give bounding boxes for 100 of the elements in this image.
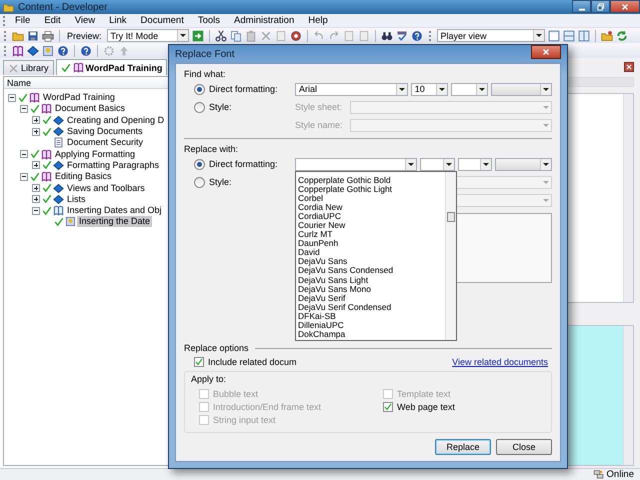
view-related-documents-link[interactable]: View related documents	[452, 356, 548, 366]
list-item[interactable]: Cordia New	[298, 202, 445, 212]
style-dropdown[interactable]	[458, 158, 492, 170]
tree-item[interactable]: Inserting Dates and Obj	[65, 205, 164, 216]
list-item[interactable]: DFKai-SB	[298, 312, 445, 321]
list-item[interactable]: Copperplate Gothic Light	[298, 184, 445, 194]
cut-icon[interactable]	[214, 30, 227, 42]
help-icon[interactable]	[80, 44, 92, 56]
list-item[interactable]: Courier New	[298, 220, 445, 230]
tree-item[interactable]: Views and Toolbars	[65, 182, 147, 194]
radio-button[interactable]	[194, 158, 205, 170]
color-wheel-icon[interactable]	[290, 30, 302, 42]
print-icon[interactable]	[42, 30, 54, 42]
list-item[interactable]: DilleniaUPC	[298, 321, 445, 330]
close-button[interactable]	[610, 0, 640, 13]
menu-item[interactable]: Administration	[227, 15, 302, 26]
view-mode-dropdown[interactable]: Player view	[436, 29, 545, 42]
style-dropdown[interactable]	[450, 82, 488, 96]
menu-item[interactable]: Help	[301, 15, 335, 26]
tree-item[interactable]: Saving Documents	[65, 126, 145, 138]
caret-icon	[542, 198, 548, 202]
tree-item[interactable]: WordPad Training	[41, 92, 117, 104]
paste-icon[interactable]	[244, 30, 257, 42]
collapse-icon[interactable]	[20, 172, 28, 181]
scrollbar[interactable]	[623, 326, 633, 465]
menu-item[interactable]: File	[8, 15, 38, 26]
list-item[interactable]: Copperplate Gothic Bold	[298, 176, 445, 185]
list-item[interactable]: David	[298, 248, 445, 258]
tree-item[interactable]: Creating and Opening D	[65, 114, 166, 126]
tab[interactable]: WordPad Training	[56, 59, 168, 75]
restore-button[interactable]	[591, 0, 610, 13]
radio-button[interactable]	[194, 84, 205, 94]
tree-item[interactable]: Document Basics	[53, 103, 128, 114]
list-item[interactable]: DejaVu Sans	[298, 257, 445, 266]
minimize-button[interactable]	[572, 0, 591, 13]
menu-item[interactable]: Link	[102, 15, 134, 26]
size-dropdown[interactable]	[420, 158, 455, 170]
list-item[interactable]: Corbel	[298, 194, 445, 203]
checkbox[interactable]	[194, 356, 204, 366]
collapse-icon[interactable]	[20, 150, 28, 158]
expand-icon[interactable]	[32, 116, 40, 124]
list-item[interactable]: CordiaUPC	[298, 212, 445, 221]
layout-icon[interactable]	[578, 30, 590, 42]
dialog-button[interactable]: Replace	[435, 439, 491, 455]
list-item[interactable]: DejaVu Sans Light	[298, 276, 445, 285]
tree-item[interactable]: Editing Basics	[53, 171, 114, 182]
list-item[interactable]: DaunPenh	[298, 239, 445, 248]
network-icon	[592, 470, 604, 480]
list-item[interactable]: Curlz MT	[298, 230, 445, 240]
go-arrow-icon[interactable]	[192, 30, 204, 42]
menu-item[interactable]: Edit	[37, 15, 68, 26]
copy-icon[interactable]	[230, 30, 242, 42]
collapse-icon[interactable]	[8, 94, 16, 102]
tree-item[interactable]: Formatting Paragraphs	[65, 160, 162, 171]
radio-button[interactable]	[194, 102, 205, 112]
radio-button[interactable]	[194, 176, 205, 188]
size-dropdown[interactable]: 10	[410, 82, 448, 96]
menu-item[interactable]: View	[68, 15, 102, 26]
color-dropdown[interactable]	[495, 158, 552, 170]
tree-item[interactable]: Document Security	[65, 137, 146, 148]
scrollbar[interactable]	[445, 172, 456, 340]
menu-item[interactable]: Document	[134, 15, 191, 26]
list-item[interactable]: DejaVu Serif Condensed	[298, 302, 445, 312]
color-dropdown[interactable]	[490, 82, 552, 96]
book-icon[interactable]	[12, 44, 24, 56]
list-item[interactable]: DejaVu Sans Mono	[298, 284, 445, 294]
expand-icon[interactable]	[32, 128, 40, 136]
topic-icon[interactable]	[42, 44, 54, 56]
tree-item[interactable]: Inserting the Date	[77, 216, 152, 228]
scrollbar[interactable]	[623, 94, 633, 302]
help-icon[interactable]	[410, 30, 423, 42]
tree-item[interactable]: Lists	[65, 194, 88, 205]
expand-icon[interactable]	[32, 161, 40, 170]
preview-mode-dropdown[interactable]: Try It! Mode	[106, 29, 189, 42]
font-dropdown[interactable]: Arial	[295, 82, 408, 96]
layout-icon[interactable]	[562, 30, 575, 42]
close-button[interactable]	[531, 45, 561, 59]
menu-item[interactable]: Tools	[190, 15, 228, 26]
list-item[interactable]: DejaVu Sans Condensed	[298, 266, 445, 276]
collapse-icon[interactable]	[32, 206, 40, 215]
spellcheck-icon[interactable]	[396, 30, 408, 42]
expand-icon[interactable]	[32, 195, 40, 204]
checkbox[interactable]	[383, 402, 393, 412]
layout-icon[interactable]	[548, 30, 560, 42]
help-icon[interactable]	[57, 44, 69, 56]
font-list[interactable]	[295, 170, 457, 340]
expand-icon[interactable]	[32, 184, 40, 192]
folder-icon[interactable]	[600, 30, 613, 42]
tab[interactable]: Library	[3, 60, 54, 75]
collapse-icon[interactable]	[20, 104, 28, 113]
list-item[interactable]: DokChampa	[298, 330, 445, 340]
panel-close-button[interactable]	[624, 62, 634, 72]
list-item[interactable]: DejaVu Serif	[298, 294, 445, 303]
refresh-icon[interactable]	[616, 30, 628, 42]
dialog-button[interactable]: Close	[496, 439, 552, 455]
tree-item[interactable]: Applying Formatting	[53, 148, 138, 160]
binoculars-icon[interactable]	[380, 30, 393, 42]
font-dropdown[interactable]	[295, 158, 417, 170]
save-icon[interactable]	[27, 30, 39, 42]
checkbox-label: Template text	[397, 388, 451, 398]
